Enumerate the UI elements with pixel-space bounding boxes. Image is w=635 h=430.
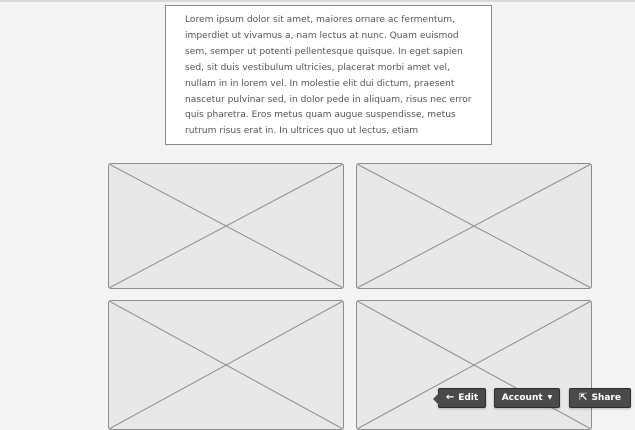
lorem-text-box: Lorem ipsum dolor sit amet, maiores orna… <box>165 5 492 145</box>
image-placeholder-x-icon <box>357 301 591 429</box>
paragraph-line: sed, sit duis vestibulum ultricies, plac… <box>185 62 450 73</box>
caret-down-icon: ▼ <box>547 394 553 401</box>
paragraph-line: nascetur pulvinar sed, in dolor pede in … <box>185 94 472 105</box>
image-placeholder-top-right <box>356 163 592 289</box>
arrow-left-icon: ← <box>445 392 455 403</box>
image-placeholder-x-icon <box>109 164 343 288</box>
share-button-label: Share <box>591 393 621 403</box>
account-dropdown-button[interactable]: Account ▼ <box>494 388 560 408</box>
top-divider <box>0 0 635 2</box>
paragraph-line: imperdiet ut vivamus a, nam lectus at nu… <box>185 30 459 41</box>
share-icon: ⇱ <box>579 392 588 403</box>
image-placeholder-top-left <box>108 163 344 289</box>
paragraph-line: rutrum risus erat in. In ultrices quo ut… <box>185 126 419 137</box>
edit-button-label: Edit <box>458 393 479 403</box>
image-placeholder-bottom-left <box>108 300 344 430</box>
paragraph-line: nullam in in lorem vel. In molestie elit… <box>185 78 455 89</box>
paragraph-line: sem, semper ut potenti pellentesque quis… <box>185 46 463 57</box>
account-button-label: Account <box>501 393 543 403</box>
paragraph-line: quis pharetra. Eros metus quam augue sus… <box>185 110 456 121</box>
image-placeholder-x-icon <box>109 301 343 429</box>
share-button[interactable]: ⇱ Share <box>569 388 631 408</box>
edit-button[interactable]: ← Edit <box>433 388 486 408</box>
image-placeholder-x-icon <box>357 164 591 288</box>
image-placeholder-bottom-right <box>356 300 592 430</box>
paragraph-line: Lorem ipsum dolor sit amet, maiores orna… <box>185 15 455 25</box>
